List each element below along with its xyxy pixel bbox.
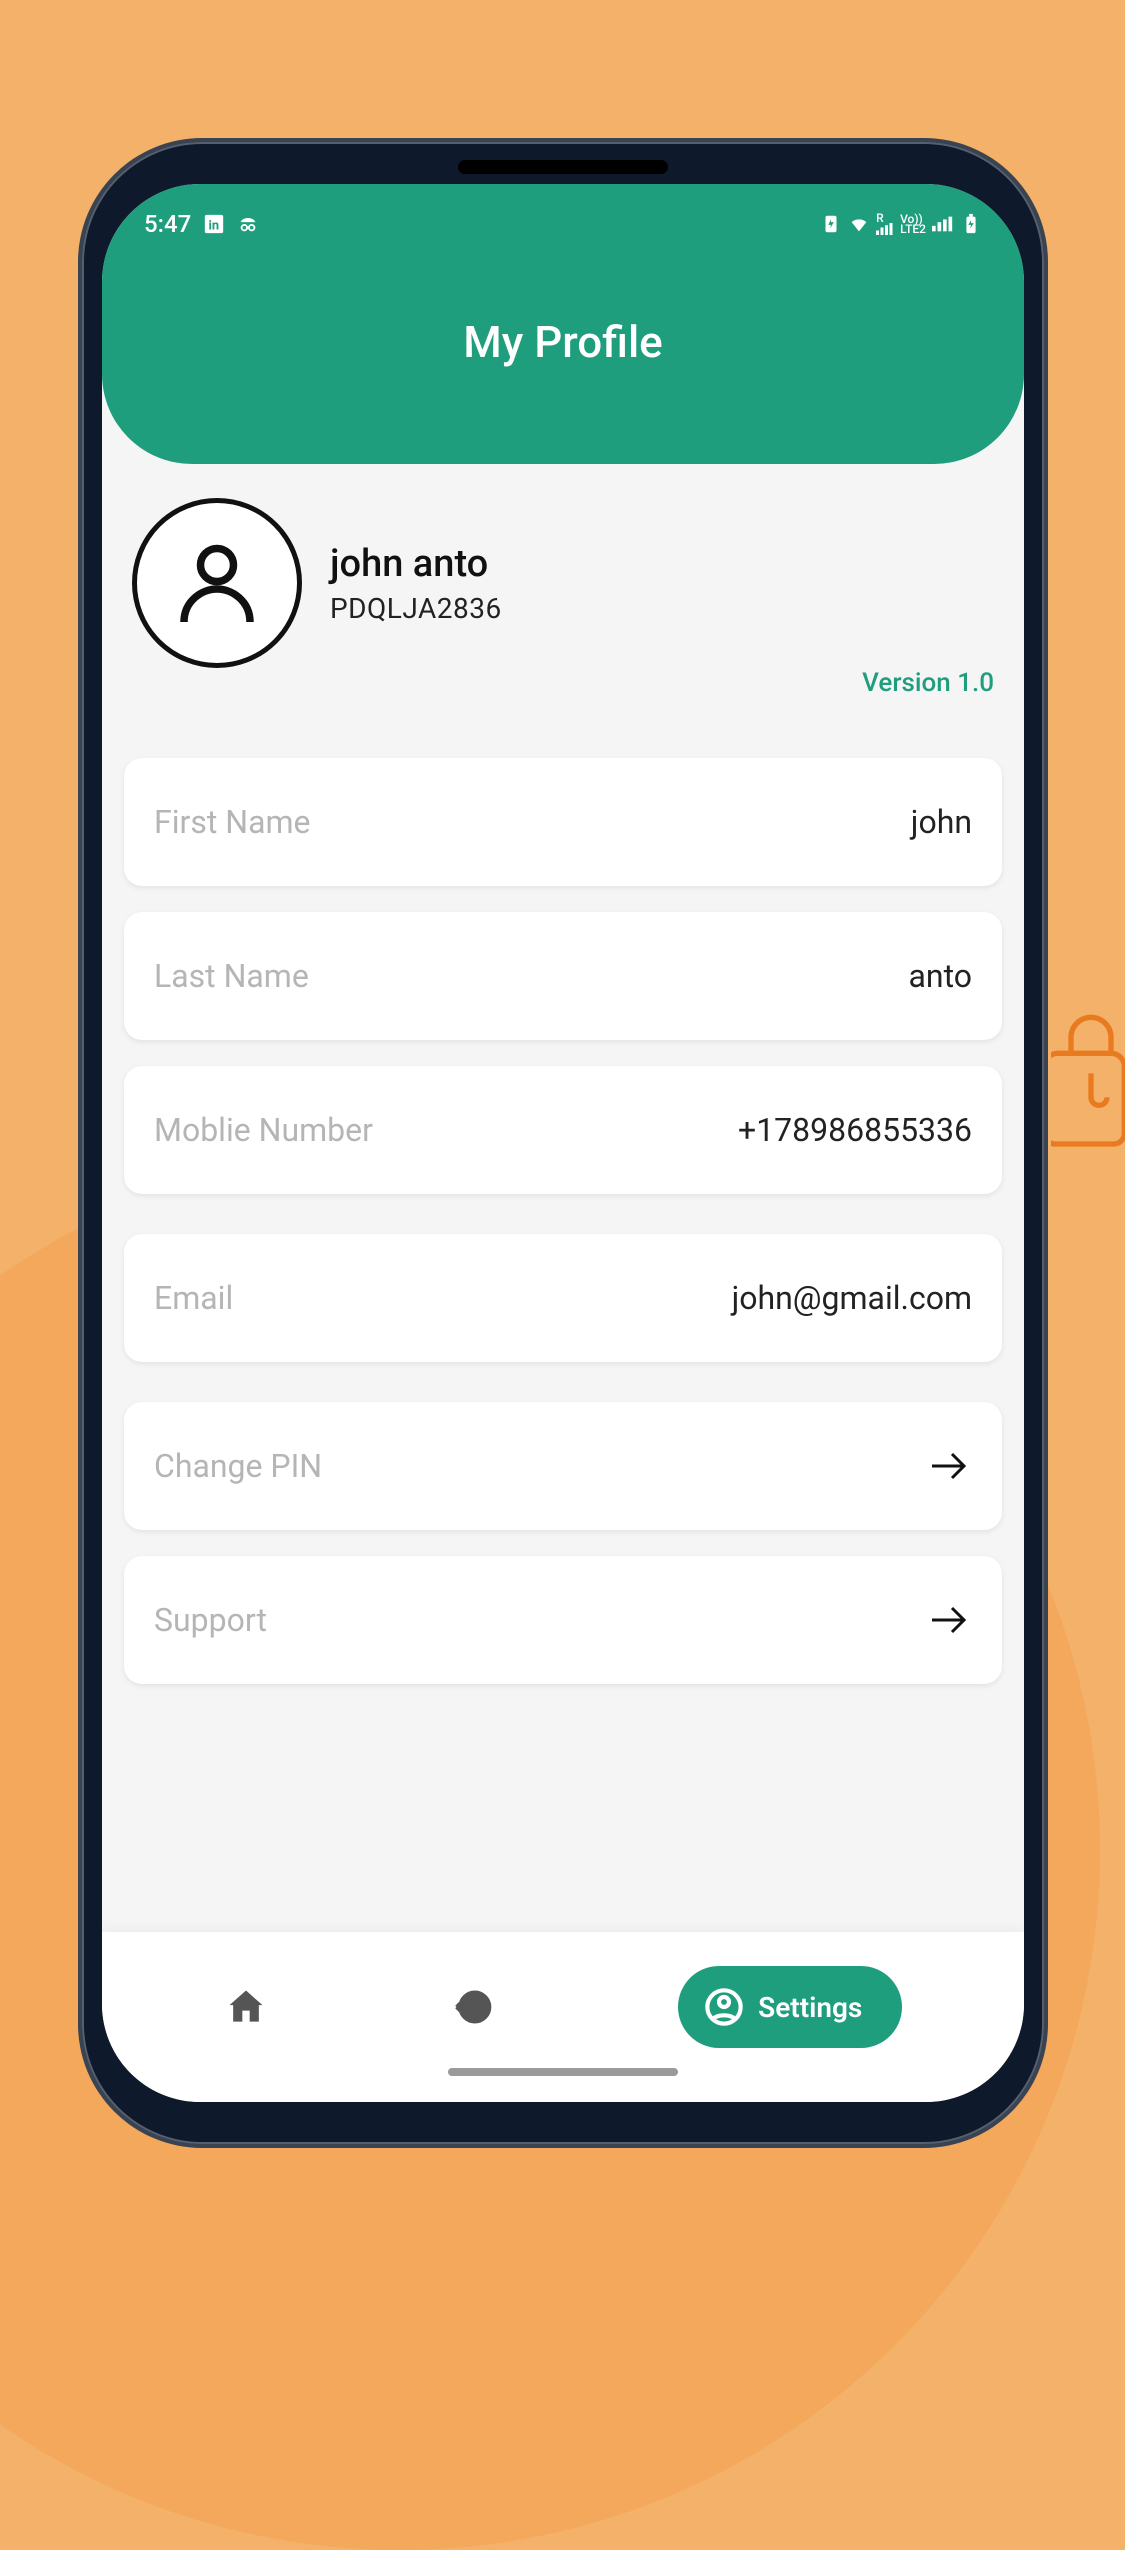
nav-history[interactable]: [451, 1985, 495, 2029]
profile-code: PDQLJA2836: [330, 592, 502, 625]
person-icon: [704, 1987, 744, 2027]
mobile-row[interactable]: Moblie Number +178986855336: [124, 1066, 1002, 1194]
phone-frame: 5:47 in R: [82, 142, 1044, 2144]
lte2-volte-label: Vo))LTE2: [900, 214, 926, 234]
last-name-label: Last Name: [154, 957, 309, 995]
change-pin-row[interactable]: Change PIN: [124, 1402, 1002, 1530]
first-name-row[interactable]: First Name john: [124, 758, 1002, 886]
first-name-label: First Name: [154, 803, 311, 841]
arrow-right-icon: [924, 1442, 972, 1490]
first-name-value: john: [911, 803, 972, 841]
profile-summary: john anto PDQLJA2836 Version 1.0: [102, 464, 1024, 668]
arrow-right-icon: [924, 1596, 972, 1644]
mobile-value: +178986855336: [738, 1111, 972, 1149]
wifi-icon: [848, 213, 870, 235]
signal-icon: [932, 213, 954, 235]
email-value: john@gmail.com: [732, 1279, 972, 1317]
status-time: 5:47: [144, 210, 191, 238]
battery-saver-icon: [820, 213, 842, 235]
speaker-notch: [458, 160, 668, 174]
paint-bucket-icon: [1051, 1010, 1125, 1150]
screen: 5:47 in R: [102, 184, 1024, 2102]
nav-settings-label: Settings: [758, 1991, 862, 2024]
mobile-label: Moblie Number: [154, 1111, 373, 1149]
email-row[interactable]: Email john@gmail.com: [124, 1234, 1002, 1362]
signal-roaming-label: R: [876, 213, 894, 236]
version-label: Version 1.0: [862, 668, 994, 698]
page-title: My Profile: [102, 316, 1024, 368]
linkedin-icon: in: [203, 213, 225, 235]
support-label: Support: [154, 1601, 267, 1639]
home-indicator[interactable]: [448, 2068, 678, 2076]
support-row[interactable]: Support: [124, 1556, 1002, 1684]
status-bar: 5:47 in R: [102, 198, 1024, 242]
avatar[interactable]: [132, 498, 302, 668]
battery-icon: [960, 213, 982, 235]
change-pin-label: Change PIN: [154, 1447, 322, 1485]
bottom-nav: Settings: [102, 1932, 1024, 2102]
last-name-row[interactable]: Last Name anto: [124, 912, 1002, 1040]
nav-home[interactable]: [224, 1985, 268, 2029]
app-header: 5:47 in R: [102, 184, 1024, 464]
incognito-icon: [237, 213, 259, 235]
last-name-value: anto: [909, 957, 972, 995]
profile-name: john anto: [330, 542, 502, 586]
nav-settings[interactable]: Settings: [678, 1966, 902, 2048]
email-label: Email: [154, 1279, 233, 1317]
profile-fields: First Name john Last Name anto Moblie Nu…: [102, 668, 1024, 1684]
svg-text:in: in: [209, 219, 220, 234]
